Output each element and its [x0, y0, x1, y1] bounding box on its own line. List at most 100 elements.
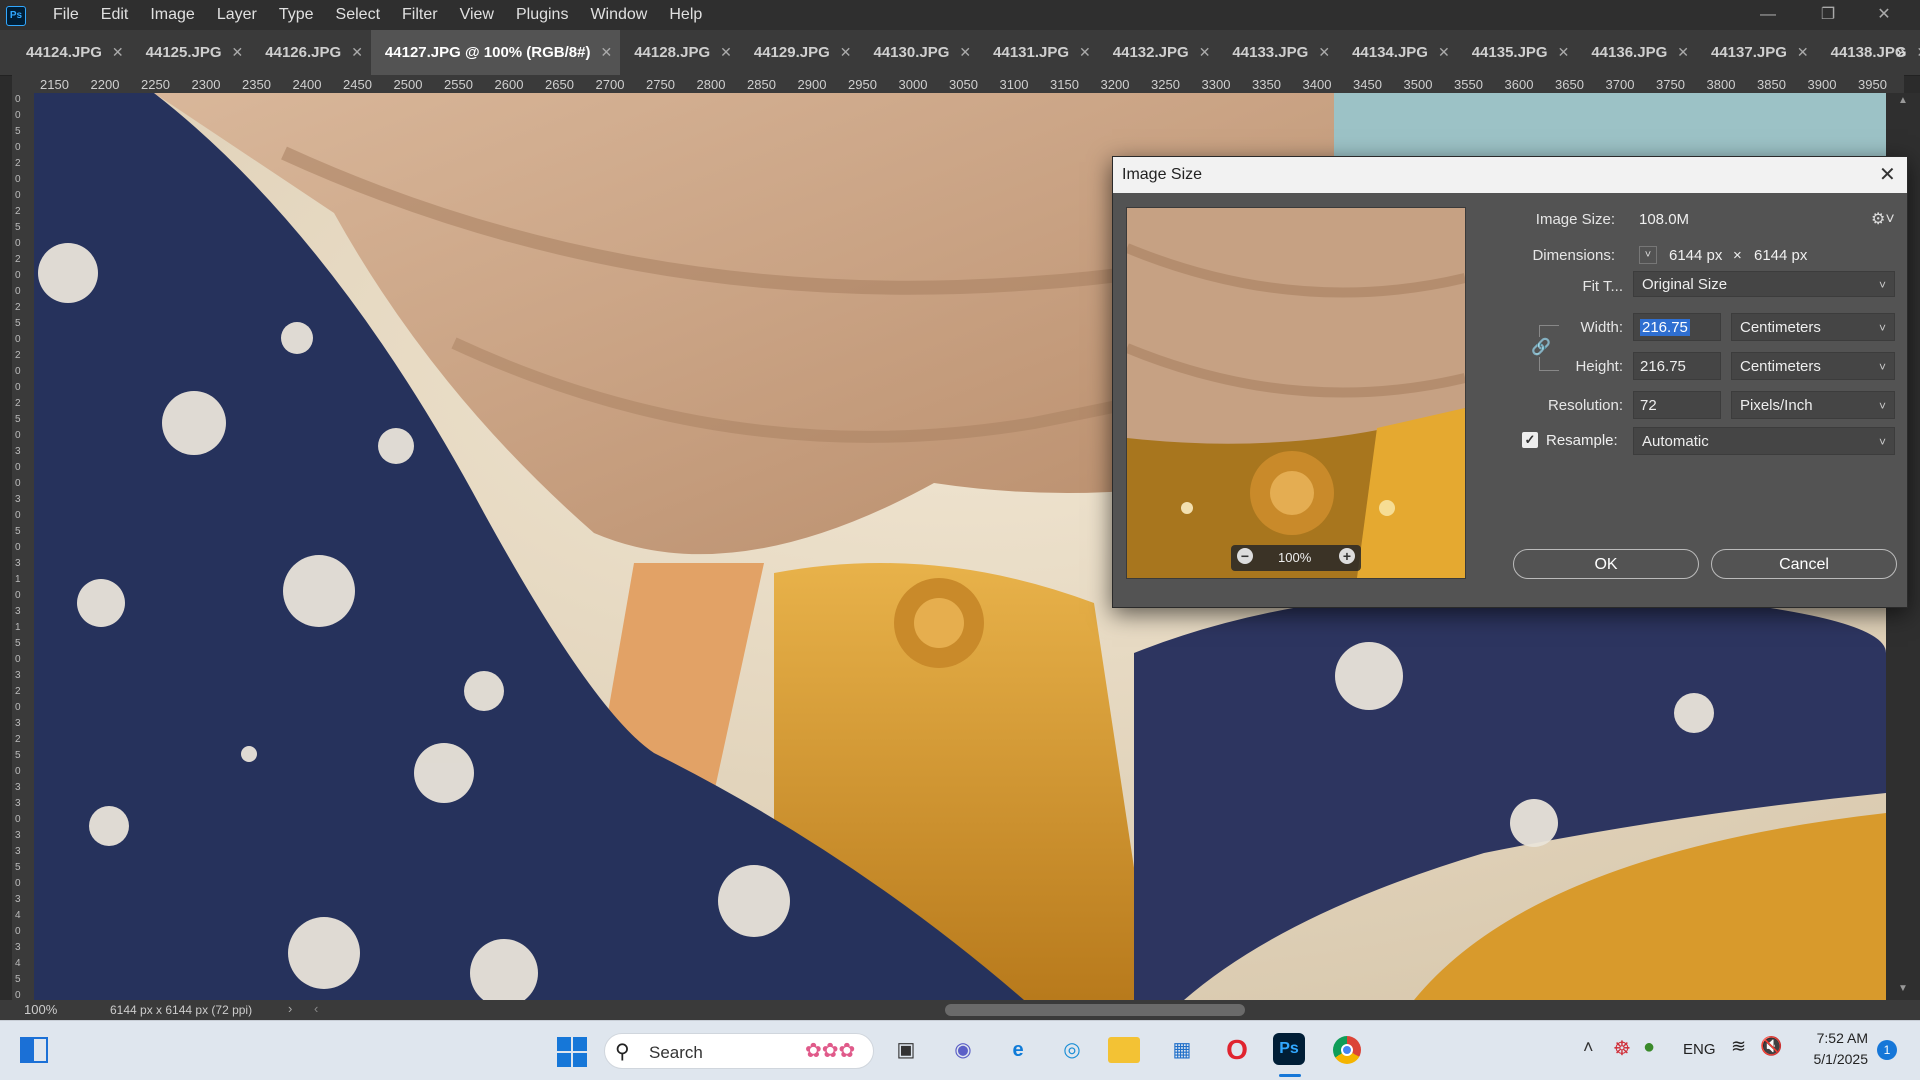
taskbar-search[interactable]: ⚲ Search ✿✿✿	[604, 1033, 874, 1069]
dialog-close-icon[interactable]: ✕	[1879, 162, 1896, 187]
vertical-ruler-digit: 0	[15, 190, 21, 201]
document-tab[interactable]: 44130.JPG ✕	[860, 30, 980, 75]
language-indicator[interactable]: ENG	[1683, 1041, 1716, 1058]
vertical-ruler-digit: 0	[15, 926, 21, 937]
status-menu-chevron-icon[interactable]: ›	[288, 1001, 292, 1016]
menu-filter[interactable]: Filter	[391, 0, 449, 30]
document-tab[interactable]: 44131.JPG ✕	[979, 30, 1099, 75]
photoshop-taskbar-icon[interactable]: Ps	[1273, 1033, 1305, 1065]
fit-to-select[interactable]: Original Size ˅	[1633, 271, 1895, 297]
tab-close-icon[interactable]: ✕	[600, 30, 612, 75]
start-windows-icon[interactable]	[557, 1037, 587, 1067]
document-tab[interactable]: 44124.JPG ✕	[12, 30, 132, 75]
zoom-out-icon[interactable]: −	[1237, 548, 1253, 564]
wifi-icon[interactable]: ≋	[1731, 1036, 1746, 1057]
document-tab[interactable]: 44134.JPG ✕	[1338, 30, 1458, 75]
tab-close-icon[interactable]: ✕	[1677, 30, 1689, 75]
hscroll-left-icon[interactable]: ‹	[314, 1001, 318, 1016]
tab-close-icon[interactable]: ✕	[1917, 30, 1920, 75]
height-input[interactable]: 216.75	[1633, 352, 1721, 380]
tab-close-icon[interactable]: ✕	[232, 30, 244, 75]
scroll-down-icon[interactable]: ▼	[1898, 983, 1908, 994]
menu-select[interactable]: Select	[325, 0, 391, 30]
image-preview[interactable]: − 100% +	[1126, 207, 1466, 579]
resolution-unit-select[interactable]: Pixels/Inch ˅	[1731, 391, 1895, 419]
camera-lens-icon[interactable]: ◎	[1053, 1031, 1091, 1069]
clock-date[interactable]: 5/1/2025	[1806, 1051, 1869, 1067]
volume-muted-icon[interactable]: 🔇	[1760, 1036, 1782, 1057]
tab-close-icon[interactable]: ✕	[1318, 30, 1330, 75]
resolution-input[interactable]: 72	[1633, 391, 1721, 419]
widgets-icon[interactable]	[20, 1037, 48, 1063]
document-tab[interactable]: 44125.JPG ✕	[132, 30, 252, 75]
notification-badge[interactable]: 1	[1877, 1040, 1897, 1060]
document-tab[interactable]: 44129.JPG ✕	[740, 30, 860, 75]
document-tab[interactable]: 44135.JPG ✕	[1458, 30, 1578, 75]
constrain-proportions-link-icon[interactable]: 🔗	[1531, 337, 1551, 357]
tab-close-icon[interactable]: ✕	[351, 30, 363, 75]
menu-edit[interactable]: Edit	[90, 0, 140, 30]
resample-select[interactable]: Automatic ˅	[1633, 427, 1895, 455]
vertical-ruler-digit: 2	[15, 350, 21, 361]
settings-gear-icon[interactable]: ⚙˅	[1871, 209, 1895, 229]
menu-type[interactable]: Type	[268, 0, 325, 30]
document-tab[interactable]: 44137.JPG ✕	[1697, 30, 1817, 75]
document-tab[interactable]: 44136.JPG ✕	[1577, 30, 1697, 75]
teams-meet-icon[interactable]: ◉	[944, 1031, 982, 1069]
menu-view[interactable]: View	[449, 0, 505, 30]
tab-close-icon[interactable]: ✕	[840, 30, 852, 75]
file-explorer-icon[interactable]	[1108, 1037, 1140, 1063]
dialog-title-bar: Image Size ✕	[1113, 157, 1907, 193]
tab-close-icon[interactable]: ✕	[1797, 30, 1809, 75]
tab-close-icon[interactable]: ✕	[720, 30, 732, 75]
document-tab[interactable]: 44133.JPG ✕	[1218, 30, 1338, 75]
network-globe-icon[interactable]: ●	[1643, 1036, 1655, 1059]
tab-close-icon[interactable]: ✕	[1199, 30, 1211, 75]
width-input[interactable]: 216.75	[1633, 313, 1721, 341]
resolution-label: Resolution:	[1547, 397, 1623, 414]
edge-browser-icon[interactable]: e	[999, 1031, 1037, 1069]
vertical-ruler-digit: 2	[15, 734, 21, 745]
width-unit-select[interactable]: Centimeters ˅	[1731, 313, 1895, 341]
resample-checkbox[interactable]: ✓	[1522, 432, 1538, 448]
restore-icon[interactable]: ❐	[1800, 0, 1856, 30]
opera-browser-icon[interactable]: O	[1218, 1031, 1256, 1069]
ruler-tick-label: 2250	[141, 77, 170, 92]
scroll-up-icon[interactable]: ▲	[1898, 95, 1908, 106]
document-tab[interactable]: 44128.JPG ✕	[620, 30, 740, 75]
chevron-down-icon: ˅	[1878, 435, 1886, 449]
minimize-icon[interactable]: —	[1740, 0, 1796, 30]
tab-overflow-icon[interactable]: »	[1896, 42, 1906, 63]
tab-close-icon[interactable]: ✕	[959, 30, 971, 75]
close-window-icon[interactable]: ✕	[1856, 0, 1912, 30]
cancel-button[interactable]: Cancel	[1711, 549, 1897, 579]
ruler-tick-label: 3950	[1858, 77, 1887, 92]
show-hidden-icons-chevron-icon[interactable]: ˄	[1583, 1037, 1594, 1058]
menu-layer[interactable]: Layer	[206, 0, 268, 30]
tab-close-icon[interactable]: ✕	[1079, 30, 1091, 75]
ok-button[interactable]: OK	[1513, 549, 1699, 579]
horizontal-scrollbar-thumb[interactable]	[945, 1004, 1245, 1016]
task-view-icon[interactable]: ▣	[887, 1031, 925, 1069]
dimensions-dropdown-chevron-icon[interactable]: ˅	[1639, 246, 1657, 264]
menu-plugins[interactable]: Plugins	[505, 0, 579, 30]
document-tab[interactable]: 44126.JPG ✕	[251, 30, 371, 75]
document-tab[interactable]: 44127.JPG @ 100% (RGB/8#) ✕	[370, 30, 621, 75]
menu-image[interactable]: Image	[139, 0, 205, 30]
height-unit-select[interactable]: Centimeters ˅	[1731, 352, 1895, 380]
menu-help[interactable]: Help	[658, 0, 713, 30]
document-tab[interactable]: 44132.JPG ✕	[1099, 30, 1219, 75]
microsoft-store-icon[interactable]: ▦	[1163, 1031, 1201, 1069]
zoom-in-icon[interactable]: +	[1339, 548, 1355, 564]
zoom-level[interactable]: 100%	[24, 1002, 57, 1017]
menu-bar: Ps File Edit Image Layer Type Select Filter Vie…	[0, 0, 1920, 30]
tab-label: 44127.JPG @ 100% (RGB/8#)	[384, 44, 591, 61]
tab-close-icon[interactable]: ✕	[1438, 30, 1450, 75]
vpn-globe-icon[interactable]: ☸	[1613, 1036, 1631, 1061]
clock-time[interactable]: 7:52 AM	[1808, 1030, 1868, 1046]
tab-close-icon[interactable]: ✕	[112, 30, 124, 75]
chrome-browser-icon[interactable]	[1328, 1031, 1366, 1069]
menu-window[interactable]: Window	[579, 0, 658, 30]
tab-close-icon[interactable]: ✕	[1558, 30, 1570, 75]
menu-file[interactable]: File	[42, 0, 90, 30]
